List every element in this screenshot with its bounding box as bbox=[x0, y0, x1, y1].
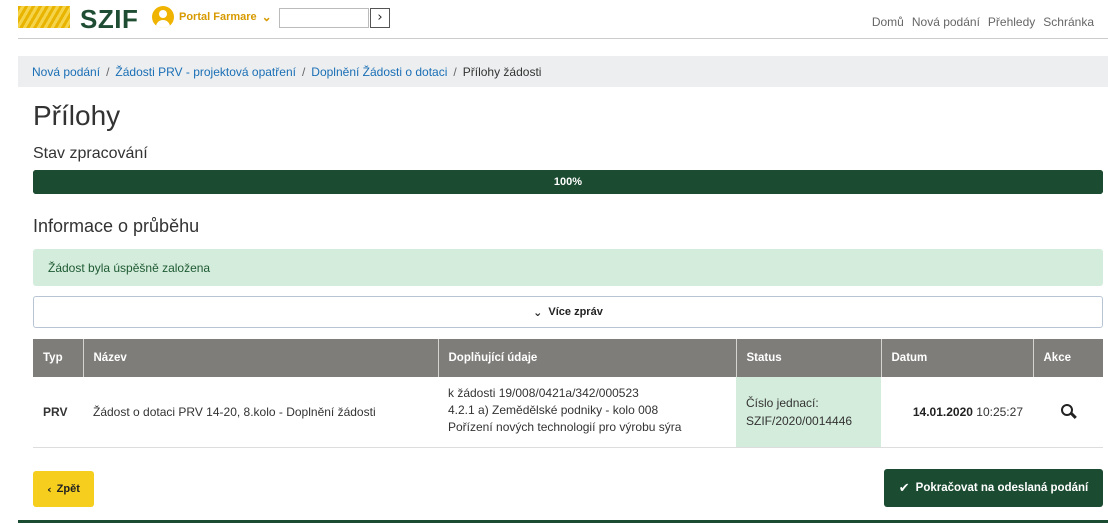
page-title: Přílohy bbox=[33, 100, 121, 131]
nav-item-domu[interactable]: Domů bbox=[872, 15, 904, 29]
logo-stripes bbox=[18, 6, 70, 28]
more-messages-label: Více zpráv bbox=[548, 306, 603, 318]
chevron-down-icon: ⌄ bbox=[261, 10, 272, 24]
back-button[interactable]: ‹ Zpět bbox=[33, 471, 94, 507]
top-nav: Domů Nová podání Přehledy Schránka bbox=[872, 15, 1094, 29]
breadcrumb-item-zadosti-prv[interactable]: Žádosti PRV - projektová opatření bbox=[115, 65, 296, 79]
chevron-right-icon: › bbox=[377, 10, 383, 25]
extra-line: k žádosti 19/008/0421a/342/000523 bbox=[448, 386, 639, 400]
portal-menu[interactable]: Portal Farmare ⌄ bbox=[152, 6, 272, 28]
nav-item-nova-podani[interactable]: Nová podání bbox=[912, 15, 980, 29]
status-value: SZIF/2020/0014446 bbox=[746, 414, 853, 428]
user-icon bbox=[152, 6, 174, 28]
breadcrumb-item-doplneni[interactable]: Doplnění Žádosti o dotaci bbox=[311, 65, 447, 79]
more-messages-button[interactable]: ⌄ Více zpráv bbox=[33, 296, 1103, 328]
breadcrumb-separator: / bbox=[301, 64, 306, 79]
footer-divider bbox=[18, 520, 1108, 523]
column-header-status[interactable]: Status bbox=[736, 339, 882, 377]
search-input[interactable] bbox=[279, 8, 369, 28]
cell-doplnujici: k žádosti 19/008/0421a/342/000523 4.2.1 … bbox=[438, 377, 736, 448]
progress-heading: Stav zpracování bbox=[33, 145, 148, 162]
cell-nazev: Žádost o dotaci PRV 14-20, 8.kolo - Dopl… bbox=[83, 377, 438, 448]
table-row: PRV Žádost o dotaci PRV 14-20, 8.kolo - … bbox=[33, 377, 1103, 448]
datum-time: 10:25:27 bbox=[976, 405, 1023, 419]
progress-bar: 100% bbox=[33, 170, 1103, 194]
continue-button[interactable]: ✔ Pokračovat na odeslaná podání bbox=[884, 469, 1103, 507]
column-header-doplnujici[interactable]: Doplňující údaje bbox=[438, 339, 737, 377]
breadcrumb-separator: / bbox=[453, 64, 457, 79]
documents-table: Typ Název Doplňující údaje Status Datum … bbox=[33, 339, 1103, 448]
status-label: Číslo jednací: bbox=[746, 396, 819, 410]
success-alert: Žádost byla úspěšně založena bbox=[33, 249, 1103, 286]
cell-status: Číslo jednací: SZIF/2020/0014446 bbox=[736, 377, 881, 448]
portal-label: Portal Farmare bbox=[179, 11, 257, 23]
cell-akce bbox=[1033, 377, 1103, 448]
alert-text: Žádost byla úspěšně založena bbox=[48, 260, 211, 275]
column-header-typ[interactable]: Typ bbox=[33, 339, 84, 377]
continue-label: Pokračovat na odeslaná podání bbox=[915, 482, 1089, 494]
extra-line: Pořízení nových technologií pro výrobu s… bbox=[448, 420, 682, 434]
header-divider bbox=[18, 38, 1108, 39]
column-header-akce: Akce bbox=[1033, 339, 1103, 377]
breadcrumb: Nová podání / Žádosti PRV - projektová o… bbox=[18, 56, 1108, 87]
column-header-nazev[interactable]: Název bbox=[83, 339, 439, 377]
back-label: Zpět bbox=[56, 483, 80, 495]
check-icon: ✔ bbox=[898, 480, 910, 496]
datum-date: 14.01.2020 bbox=[912, 405, 973, 419]
nav-item-prehledy[interactable]: Přehledy bbox=[988, 15, 1035, 29]
table-header-row: Typ Název Doplňující údaje Status Datum … bbox=[33, 339, 1103, 377]
chevron-down-icon: ⌄ bbox=[533, 305, 543, 319]
breadcrumb-separator: / bbox=[106, 64, 110, 79]
column-header-datum[interactable]: Datum bbox=[881, 339, 1034, 377]
nav-item-schranka[interactable]: Schránka bbox=[1043, 15, 1094, 29]
cell-typ: PRV bbox=[33, 377, 83, 448]
search-submit-button[interactable]: › bbox=[370, 8, 390, 28]
extra-line: 4.2.1 a) Zemědělské podniky - kolo 008 bbox=[448, 403, 659, 417]
breadcrumb-item-nova-podani[interactable]: Nová podání bbox=[32, 65, 100, 79]
progress-label: 100% bbox=[553, 176, 583, 188]
breadcrumb-current: Přílohy žádosti bbox=[462, 64, 542, 79]
search-icon[interactable] bbox=[1060, 403, 1076, 419]
info-heading: Informace o průběhu bbox=[33, 216, 200, 236]
cell-datum: 14.01.2020 10:25:27 bbox=[881, 377, 1033, 448]
chevron-left-icon: ‹ bbox=[47, 482, 52, 496]
logo[interactable]: SZIF bbox=[80, 4, 138, 35]
